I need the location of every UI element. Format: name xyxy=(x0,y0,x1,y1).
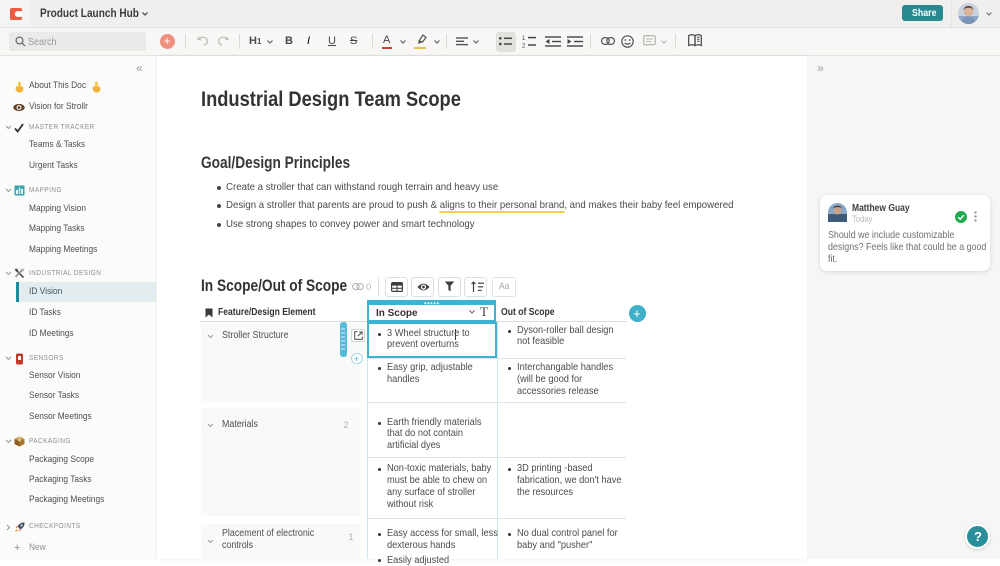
svg-text:1: 1 xyxy=(522,36,526,42)
svg-text:2: 2 xyxy=(522,44,526,49)
